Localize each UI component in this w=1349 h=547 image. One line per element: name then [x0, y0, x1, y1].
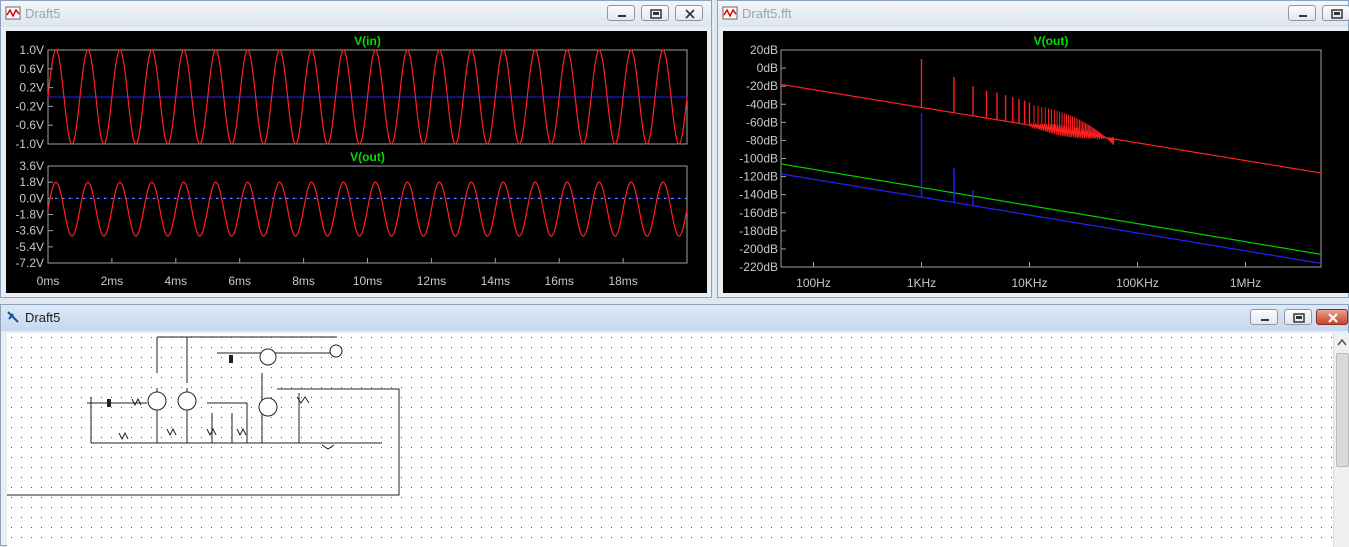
scroll-up-icon[interactable]	[1334, 335, 1349, 349]
y-tick-label: -7.2V	[15, 256, 44, 270]
y-tick-label: -200dB	[739, 242, 778, 256]
x-tick-label: 4ms	[164, 274, 187, 288]
transient-titlebar[interactable]: Draft5	[1, 1, 711, 27]
window-title: Draft5.fft	[742, 6, 792, 21]
y-tick-label: -1.0V	[15, 137, 44, 151]
close-icon	[1328, 313, 1338, 323]
restore-icon	[1331, 9, 1343, 19]
y-tick-label: -0.6V	[15, 118, 44, 132]
schematic-titlebar[interactable]: Draft5	[1, 305, 1348, 331]
waveform-icon	[722, 6, 738, 20]
y-tick-label: -5.4V	[15, 240, 44, 254]
x-tick-label: 8ms	[292, 274, 315, 288]
minimize-button[interactable]	[1250, 309, 1278, 325]
x-tick-label: 100Hz	[796, 276, 831, 290]
plot-frame	[47, 165, 688, 264]
vertical-scrollbar[interactable]	[1333, 333, 1349, 547]
close-icon	[685, 9, 695, 19]
x-tick-label: 1KHz	[907, 276, 936, 290]
spectrum-trace	[780, 83, 1322, 174]
fft-window[interactable]: Draft5.fft V(out) 20dB 0dB -20dB -40dB -60dB -…	[717, 0, 1349, 298]
y-tick-label: -20dB	[746, 79, 778, 93]
spectrum-trace	[780, 173, 1322, 264]
trace-title: V(out)	[350, 150, 385, 164]
x-tick-label: 6ms	[228, 274, 251, 288]
schematic-window[interactable]: Draft5	[0, 304, 1349, 547]
y-tick-label: -120dB	[739, 170, 778, 184]
x-tick-label: 1MHz	[1230, 276, 1261, 290]
x-tick-label: 100KHz	[1116, 276, 1159, 290]
y-tick-label: -80dB	[746, 133, 778, 147]
schematic-canvas[interactable]	[7, 333, 1349, 547]
scrollbar-thumb[interactable]	[1336, 353, 1349, 467]
schematic-drawing[interactable]	[7, 333, 1333, 547]
minimize-button[interactable]	[607, 5, 635, 21]
waveform-icon	[5, 6, 21, 20]
minimize-icon	[1261, 319, 1269, 321]
y-tick-label: -160dB	[739, 206, 778, 220]
window-title: Draft5	[25, 310, 61, 325]
x-tick-label: 10KHz	[1011, 276, 1047, 290]
x-tick-label: 18ms	[608, 274, 637, 288]
x-tick-label: 14ms	[481, 274, 510, 288]
x-tick-label: 2ms	[101, 274, 124, 288]
minimize-icon	[1299, 15, 1307, 17]
transient-chart[interactable]: V(in) 1.0V 0.6V 0.2V -0.2V -0.6V -1.0V V(out) 3.…	[6, 31, 707, 293]
y-tick-label: -3.6V	[15, 224, 44, 238]
y-tick-label: 0.0V	[19, 191, 44, 205]
y-tick-label: 0dB	[757, 61, 778, 75]
y-tick-label: 1.0V	[19, 43, 44, 57]
restore-button[interactable]	[1322, 5, 1349, 21]
transient-window[interactable]: Draft5 V(in) 1.0V 0.6V 0.2V -0.2V -0.6V -1.0V V…	[0, 0, 712, 298]
y-tick-label: 1.8V	[19, 175, 44, 189]
trace-title: V(out)	[1034, 34, 1069, 48]
trace-title: V(in)	[354, 34, 381, 48]
y-tick-label: -180dB	[739, 224, 778, 238]
y-tick-label: 20dB	[750, 43, 778, 57]
x-tick-label: 10ms	[353, 274, 382, 288]
transient-plot-area[interactable]: V(in) 1.0V 0.6V 0.2V -0.2V -0.6V -1.0V V(out) 3.…	[6, 31, 707, 293]
fft-titlebar[interactable]: Draft5.fft	[718, 1, 1349, 27]
schematic-icon	[7, 311, 19, 323]
minimize-icon	[618, 15, 626, 17]
restore-icon	[650, 9, 662, 19]
window-title: Draft5	[25, 6, 61, 21]
y-tick-label: 3.6V	[19, 159, 44, 173]
signal-trace	[47, 49, 688, 145]
y-tick-label: -140dB	[739, 188, 778, 202]
x-tick-label: 16ms	[545, 274, 574, 288]
x-tick-label: 12ms	[417, 274, 446, 288]
fft-plot-area[interactable]: V(out) 20dB 0dB -20dB -40dB -60dB -80dB -100dB -…	[723, 31, 1349, 293]
x-tick-label: 0ms	[37, 274, 60, 288]
restore-icon	[1293, 313, 1305, 323]
y-tick-label: -0.2V	[15, 99, 44, 113]
close-button[interactable]	[1316, 309, 1348, 325]
restore-button[interactable]	[1284, 309, 1312, 325]
close-button[interactable]	[675, 5, 703, 21]
restore-button[interactable]	[641, 5, 669, 21]
y-tick-label: 0.6V	[19, 62, 44, 76]
y-tick-label: 0.2V	[19, 81, 44, 95]
y-tick-label: -40dB	[746, 97, 778, 111]
y-tick-label: -220dB	[739, 260, 778, 274]
signal-trace	[47, 181, 688, 237]
plot-frame	[780, 49, 1322, 268]
spectrum-trace	[780, 163, 1322, 255]
y-tick-label: -1.8V	[15, 208, 44, 222]
y-tick-label: -100dB	[739, 152, 778, 166]
y-tick-label: -60dB	[746, 115, 778, 129]
minimize-button[interactable]	[1288, 5, 1316, 21]
fft-chart[interactable]: V(out) 20dB 0dB -20dB -40dB -60dB -80dB -100dB -…	[723, 31, 1349, 293]
